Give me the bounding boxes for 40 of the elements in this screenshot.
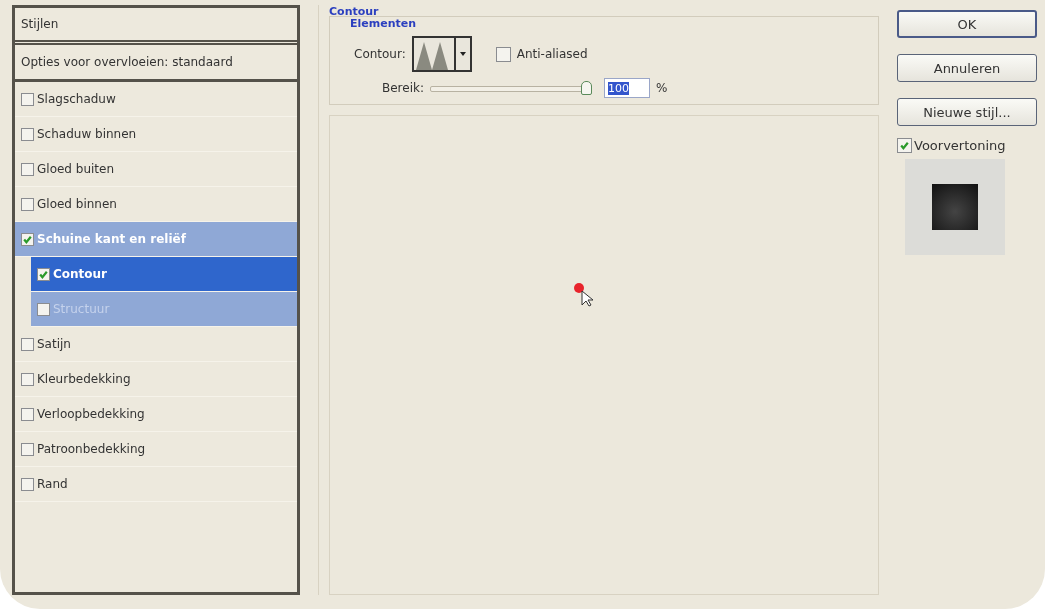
checkmark-icon	[899, 140, 910, 151]
slider-thumb[interactable]	[581, 81, 592, 95]
caret-icon[interactable]	[459, 52, 466, 56]
dialog-button[interactable]: Nieuwe stijl...	[897, 98, 1037, 126]
blending-options-item[interactable]: Opties voor overvloeien: standaard	[15, 45, 297, 82]
checkbox[interactable]	[21, 127, 34, 141]
dialog-button[interactable]: Annuleren	[897, 54, 1037, 82]
style-item[interactable]: Patroonbedekking	[15, 432, 297, 467]
range-label: Bereik:	[382, 81, 424, 95]
checkbox[interactable]	[21, 197, 34, 211]
preview-checkbox[interactable]	[897, 138, 912, 153]
styles-header: Stijlen	[15, 8, 297, 45]
range-slider[interactable]	[430, 81, 592, 95]
style-item[interactable]: Contour	[31, 257, 297, 292]
style-item[interactable]: Schaduw binnen	[15, 117, 297, 152]
style-item[interactable]: Satijn	[15, 327, 297, 362]
range-field[interactable]: 100	[604, 78, 650, 98]
checkbox[interactable]	[37, 267, 50, 281]
style-item[interactable]: Kleurbedekking	[15, 362, 297, 397]
style-item[interactable]: Slagschaduw	[15, 82, 297, 117]
checkbox[interactable]	[21, 442, 34, 456]
contour-label: Contour:	[354, 47, 406, 61]
style-item[interactable]: Gloed buiten	[15, 152, 297, 187]
checkbox[interactable]	[21, 337, 34, 351]
style-item[interactable]: Verloopbedekking	[15, 397, 297, 432]
checkbox[interactable]	[21, 92, 34, 106]
dialog-button[interactable]: OK	[897, 10, 1037, 38]
style-item[interactable]: Rand	[15, 467, 297, 502]
unit-label: %	[656, 81, 668, 95]
checkbox[interactable]	[21, 407, 34, 421]
anti-aliased-checkbox[interactable]	[495, 46, 511, 62]
group-title: Contour	[329, 5, 380, 18]
anti-aliased-label: Anti-aliased	[516, 47, 588, 61]
preview-label: Voorvertoning	[914, 138, 1006, 153]
checkbox[interactable]	[21, 477, 34, 491]
contour-picker[interactable]	[411, 36, 472, 72]
checkbox[interactable]	[21, 162, 34, 176]
checkbox[interactable]	[21, 372, 34, 386]
checkbox[interactable]	[21, 232, 34, 246]
group-title: Elementen	[350, 17, 418, 30]
